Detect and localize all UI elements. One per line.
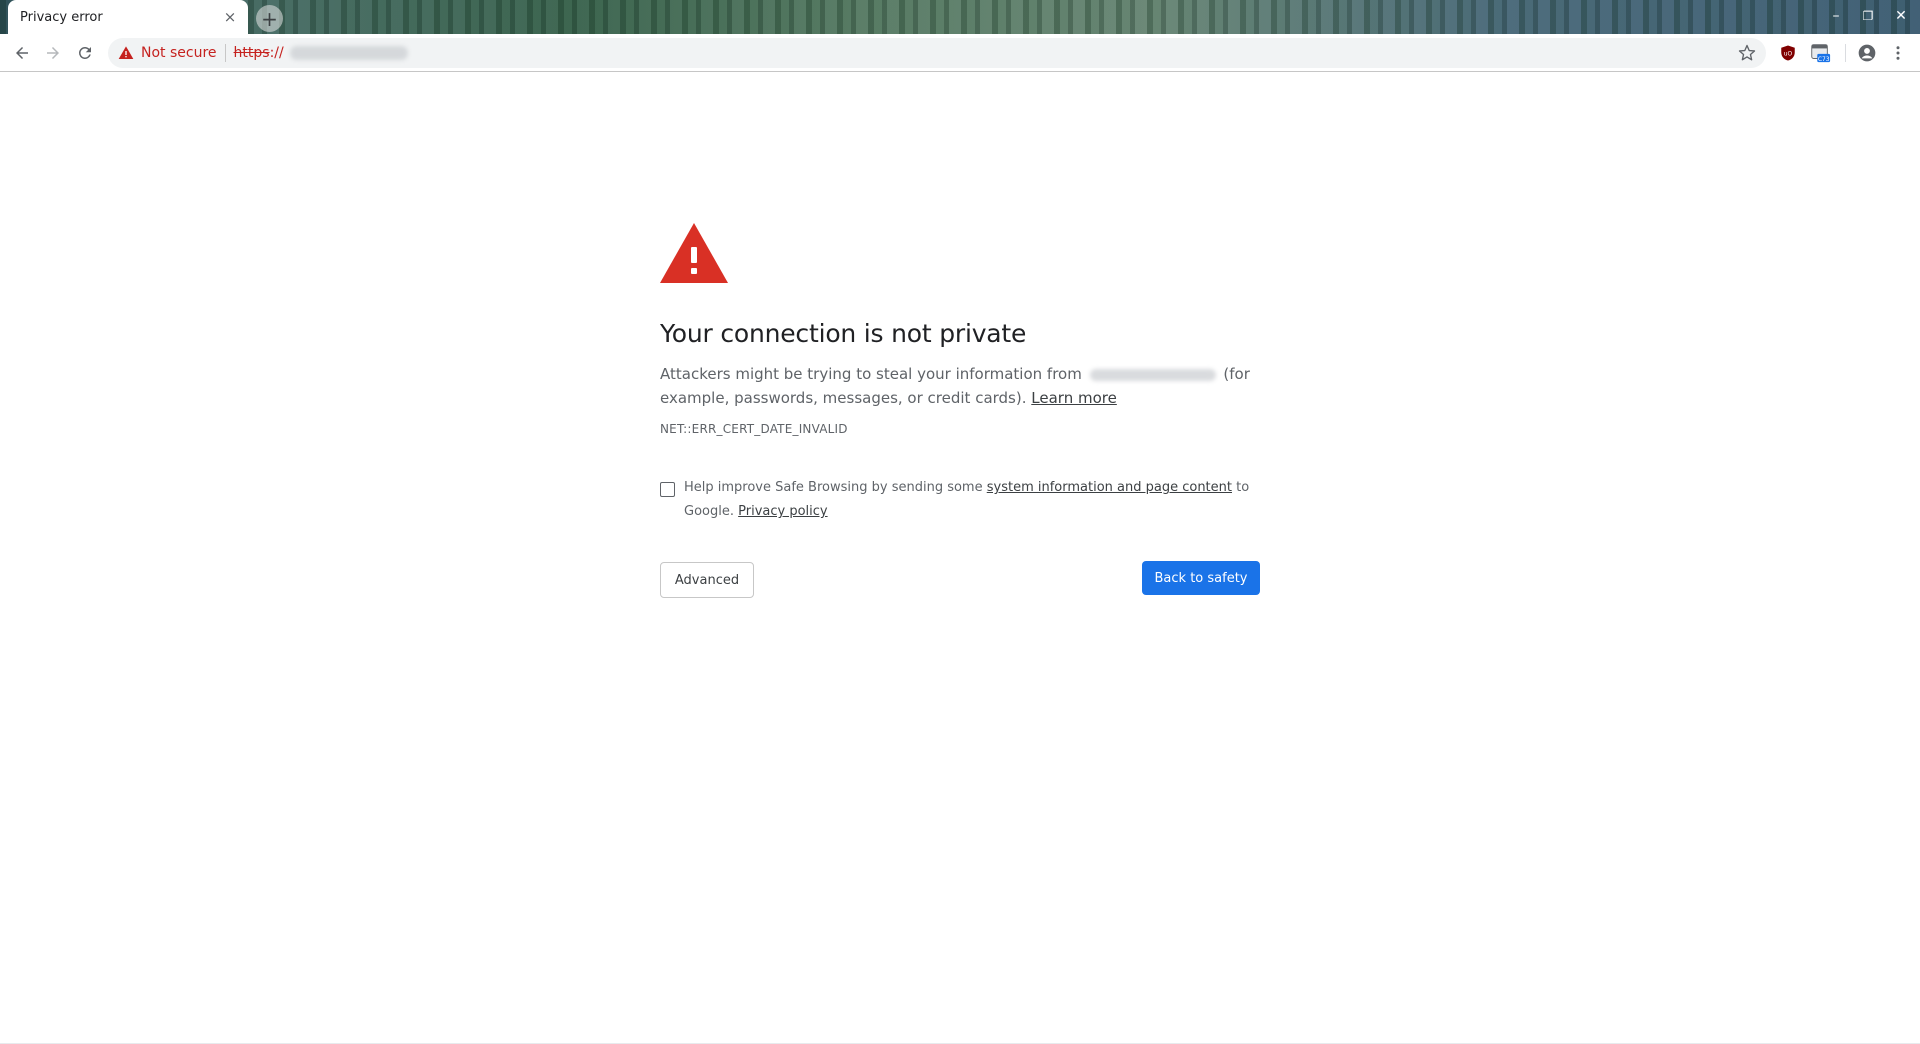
- minimize-icon[interactable]: –: [1826, 6, 1846, 26]
- not-secure-label[interactable]: Not secure: [141, 45, 217, 61]
- system-information-link[interactable]: system information and page content: [987, 480, 1232, 495]
- reload-button[interactable]: [73, 41, 97, 65]
- back-button[interactable]: [10, 41, 34, 65]
- address-bar[interactable]: Not secure https ://: [108, 38, 1766, 68]
- tab-privacy-error[interactable]: Privacy error ×: [8, 0, 248, 34]
- url-host-redacted: [289, 46, 408, 60]
- reload-icon: [78, 46, 91, 59]
- tab-title: Privacy error: [20, 9, 103, 25]
- new-tab-button[interactable]: +: [256, 5, 283, 32]
- error-code: NET::ERR_CERT_DATE_INVALID: [660, 422, 848, 436]
- interstitial-content: Your connection is not private Attackers…: [660, 223, 1260, 598]
- plus-icon: +: [261, 6, 278, 31]
- forward-icon: [47, 47, 59, 59]
- tab-close-icon[interactable]: ×: [222, 9, 238, 25]
- advanced-button[interactable]: Advanced: [660, 562, 754, 598]
- account-icon[interactable]: [1856, 42, 1878, 64]
- calendar-extension-icon[interactable]: C73: [1809, 42, 1831, 64]
- action-buttons: Advanced Back to safety: [660, 561, 1260, 598]
- back-to-safety-button[interactable]: Back to safety: [1142, 561, 1260, 595]
- safe-browsing-text: Help improve Safe Browsing by sending so…: [684, 476, 1260, 524]
- ublock-icon[interactable]: uO: [1777, 42, 1799, 64]
- restore-icon[interactable]: ❐: [1858, 6, 1878, 26]
- bookmark-star-icon[interactable]: [1738, 44, 1756, 66]
- safe-browsing-checkbox[interactable]: [660, 482, 675, 497]
- browser-toolbar: Not secure https :// uO C73: [0, 34, 1920, 72]
- tab-strip-background: [0, 0, 1920, 34]
- explanation-text-before: Attackers might be trying to steal your …: [660, 365, 1082, 383]
- privacy-policy-link[interactable]: Privacy policy: [738, 504, 827, 519]
- learn-more-link[interactable]: Learn more: [1031, 389, 1117, 407]
- safe-browsing-text-before: Help improve Safe Browsing by sending so…: [684, 480, 983, 495]
- tab-strip: Privacy error × + – ❐ ✕: [0, 0, 1920, 34]
- large-warning-icon: [660, 223, 728, 283]
- warning-icon[interactable]: [118, 45, 134, 61]
- forward-button[interactable]: [41, 41, 65, 65]
- url-scheme: https: [233, 45, 270, 61]
- page-title: Your connection is not private: [660, 319, 1027, 348]
- toolbar-divider: [1845, 44, 1846, 62]
- close-window-icon[interactable]: ✕: [1891, 6, 1911, 26]
- back-icon: [16, 47, 28, 59]
- omnibox-divider: [224, 44, 226, 62]
- explanation-paragraph: Attackers might be trying to steal your …: [660, 362, 1260, 410]
- url-scheme-separator: ://: [269, 45, 284, 61]
- redacted-host: [1089, 368, 1216, 381]
- safe-browsing-optin: Help improve Safe Browsing by sending so…: [660, 480, 1260, 524]
- svg-text:uO: uO: [1784, 50, 1793, 57]
- kebab-menu-icon[interactable]: [1887, 42, 1909, 64]
- extension-badge: C73: [1818, 56, 1830, 63]
